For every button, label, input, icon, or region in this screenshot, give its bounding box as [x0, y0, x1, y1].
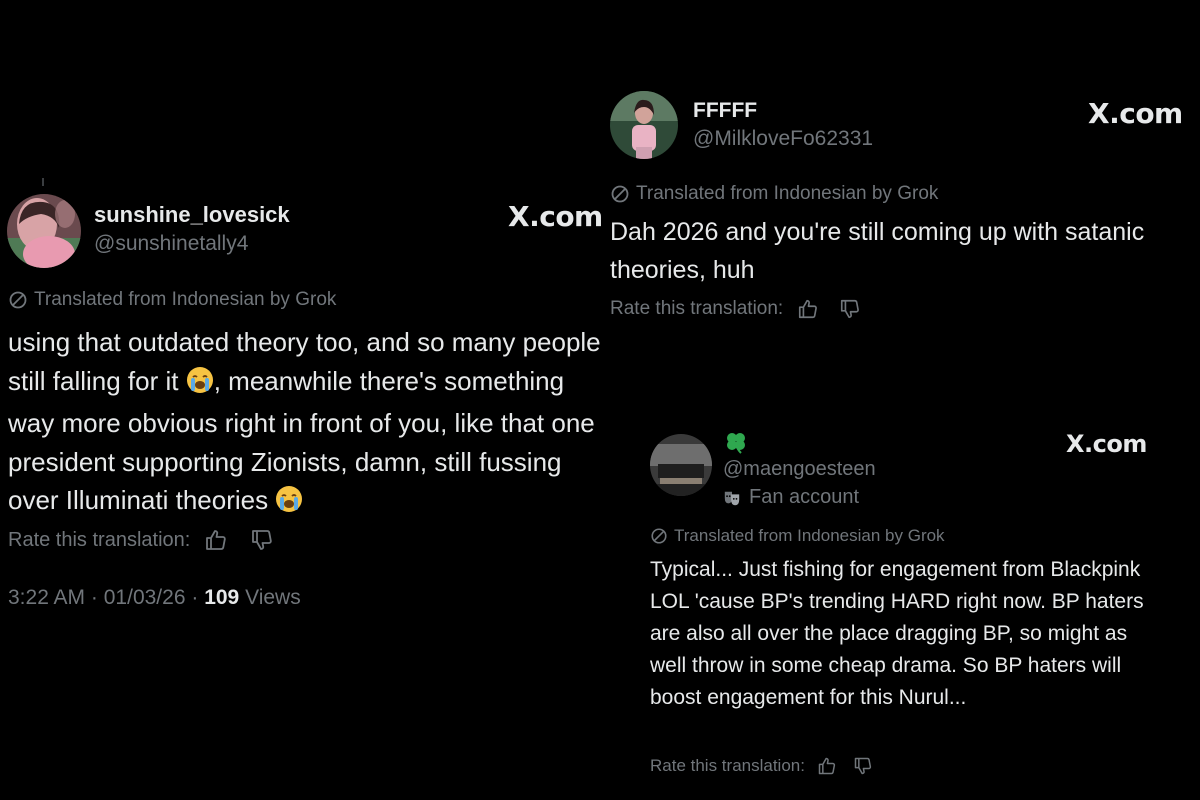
post-maengoesteen: @maengoesteen Fan account X.com Translat…	[640, 420, 1200, 800]
translated-label-text: Translated from Indonesian by Grok	[636, 183, 939, 204]
avatar-image	[610, 91, 678, 159]
avatar[interactable]	[7, 194, 81, 268]
thumbs-up-icon[interactable]	[797, 298, 819, 320]
rate-translation: Rate this translation:	[610, 298, 861, 320]
rate-translation-label: Rate this translation:	[8, 528, 191, 551]
translated-label-text: Translated from Indonesian by Grok	[674, 526, 945, 545]
views-count: 109	[204, 586, 240, 609]
thumbs-up-icon[interactable]	[817, 756, 837, 776]
crying-face-emoji-icon	[186, 366, 214, 405]
avatar-image	[7, 194, 81, 268]
no-symbol-icon	[9, 291, 27, 309]
fan-account-badge: Fan account	[723, 486, 859, 509]
post-text: Dah 2026 and you're still coming up with…	[610, 218, 1145, 284]
thumbs-down-icon[interactable]	[853, 756, 873, 776]
views-label: Views	[245, 586, 301, 609]
meta-separator: ·	[191, 586, 199, 609]
display-name[interactable]	[724, 430, 748, 459]
translated-by-grok-label: Translated from Indonesian by Grok	[650, 526, 945, 546]
post-sunshine-lovesick: sunshine_lovesick @sunshinetally4 X.com …	[0, 0, 620, 800]
user-handle[interactable]: @maengoesteen	[723, 458, 876, 481]
translated-label-text: Translated from Indonesian by Grok	[34, 289, 337, 310]
translated-by-grok-label: Translated from Indonesian by Grok	[8, 289, 336, 311]
translated-by-grok-label: Translated from Indonesian by Grok	[610, 183, 938, 205]
rate-translation-label: Rate this translation:	[610, 298, 784, 319]
x-com-watermark: X.com	[508, 200, 603, 233]
rate-translation: Rate this translation:	[8, 528, 274, 552]
thumbs-down-icon[interactable]	[250, 528, 274, 552]
post-fffff: FFFFF @MilkloveFo62331 X.com Translated …	[600, 0, 1200, 360]
no-symbol-icon	[611, 185, 629, 203]
no-symbol-icon	[651, 528, 667, 544]
theater-masks-icon	[724, 491, 740, 505]
rate-translation-label: Rate this translation:	[650, 756, 805, 775]
thumbs-up-icon[interactable]	[204, 528, 228, 552]
post-date[interactable]: 01/03/26	[104, 586, 186, 609]
four-leaf-clover-icon	[727, 433, 745, 454]
fan-account-label: Fan account	[749, 486, 860, 508]
user-handle[interactable]: @MilkloveFo62331	[693, 127, 873, 151]
avatar[interactable]	[610, 91, 678, 159]
post-meta: 3:22 AM · 01/03/26 · 109 Views	[8, 586, 301, 610]
crying-face-emoji-icon	[275, 485, 303, 524]
post-time[interactable]: 3:22 AM	[8, 586, 85, 609]
meta-separator: ·	[90, 586, 98, 609]
x-com-watermark: X.com	[1066, 430, 1147, 458]
rate-translation: Rate this translation:	[650, 756, 873, 776]
avatar[interactable]	[650, 434, 712, 496]
post-text: using that outdated theory too, and so m…	[8, 323, 616, 524]
display-name[interactable]: sunshine_lovesick	[94, 202, 290, 228]
user-handle[interactable]: @sunshinetally4	[94, 232, 290, 256]
thumbs-down-icon[interactable]	[839, 298, 861, 320]
display-name[interactable]: FFFFF	[693, 99, 873, 123]
x-com-watermark: X.com	[1088, 97, 1183, 130]
avatar-image	[650, 434, 712, 496]
post-text: Typical... Just fishing for engagement f…	[650, 558, 1144, 709]
thread-connector	[42, 178, 44, 186]
